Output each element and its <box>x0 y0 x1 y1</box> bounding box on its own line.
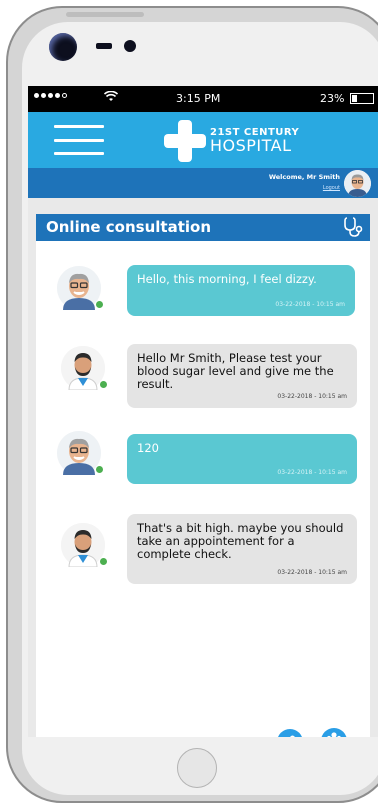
phone-screen: 3:15 PM 23% 21ST CENTURY HOSPITAL Welcom… <box>28 86 378 737</box>
online-status-icon <box>99 557 108 566</box>
message-timestamp: 03-22-2018 - 10:15 am <box>275 301 345 308</box>
message-timestamp: 03-22-2018 - 10:15 am <box>277 569 347 576</box>
message-text: 120 <box>137 441 159 455</box>
message-bubble: Hello Mr Smith, Please test your blood s… <box>127 344 357 408</box>
home-button[interactable] <box>177 748 217 788</box>
consultation-panel: Online consultation Hello, this morning,… <box>36 214 370 737</box>
wifi-icon <box>103 90 119 105</box>
menu-icon[interactable] <box>54 125 104 155</box>
message-text: That's a bit high. maybe you should take… <box>137 521 344 561</box>
online-status-icon <box>99 380 108 389</box>
speaker-icon <box>96 43 112 49</box>
sensor-icon <box>124 40 136 52</box>
doctor-avatar <box>61 346 108 391</box>
message-bubble: That's a bit high. maybe you should take… <box>127 514 357 584</box>
message-bubble: 120 03-22-2018 - 10:15 am <box>127 434 357 484</box>
paperclip-icon <box>283 733 297 737</box>
patient-avatar <box>57 266 104 310</box>
cross-icon <box>164 120 206 162</box>
group-button[interactable] <box>321 728 347 737</box>
online-status-icon <box>95 465 104 474</box>
message-text: Hello Mr Smith, Please test your blood s… <box>137 351 334 391</box>
logo-line2: HOSPITAL <box>210 136 292 155</box>
status-time: 3:15 PM <box>176 92 221 105</box>
group-icon <box>325 731 343 737</box>
signal-icon <box>34 93 67 98</box>
attach-button[interactable] <box>277 729 303 737</box>
logo-text: 21ST CENTURY HOSPITAL <box>210 128 299 154</box>
consultation-title: Online consultation <box>46 218 211 236</box>
message-bubble: Hello, this morning, I feel dizzy. 03-22… <box>127 265 355 316</box>
phone-rim <box>66 12 144 17</box>
status-bar: 3:15 PM 23% <box>28 86 378 112</box>
message-text: Hello, this morning, I feel dizzy. <box>137 272 317 286</box>
hospital-logo[interactable]: 21ST CENTURY HOSPITAL <box>164 120 299 162</box>
welcome-text: Welcome, Mr Smith <box>268 173 340 181</box>
patient-avatar <box>57 431 104 475</box>
stethoscope-icon[interactable] <box>342 216 364 242</box>
app-header: 21ST CENTURY HOSPITAL <box>28 112 378 168</box>
user-avatar[interactable] <box>344 170 371 197</box>
battery-icon <box>350 93 374 104</box>
message-timestamp: 03-22-2018 - 10:15 am <box>277 469 347 476</box>
doctor-avatar <box>61 523 108 568</box>
camera-icon <box>49 33 77 61</box>
battery-percent: 23% <box>320 92 345 105</box>
online-status-icon <box>95 300 104 309</box>
welcome-bar: Welcome, Mr Smith Logout <box>28 168 378 198</box>
logout-link[interactable]: Logout <box>323 185 340 191</box>
message-timestamp: 03-22-2018 - 10:15 am <box>277 393 347 400</box>
consultation-title-bar: Online consultation <box>36 214 370 241</box>
